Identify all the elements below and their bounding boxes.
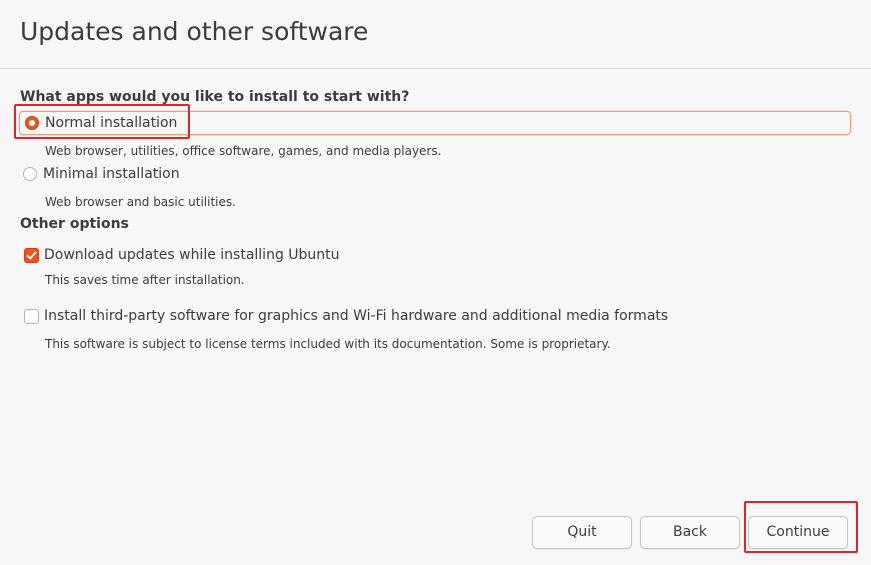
page-header: Updates and other software bbox=[0, 0, 871, 69]
installer-window: Updates and other software What apps wou… bbox=[0, 0, 871, 565]
apps-section-heading: What apps would you like to install to s… bbox=[20, 89, 410, 105]
minimal-installation-label[interactable]: Minimal installation bbox=[43, 166, 180, 182]
continue-button[interactable]: Continue bbox=[748, 516, 848, 549]
download-updates-label[interactable]: Download updates while installing Ubuntu bbox=[44, 247, 340, 263]
other-options-heading: Other options bbox=[20, 216, 129, 232]
third-party-software-checkbox[interactable] bbox=[24, 308, 39, 324]
minimal-installation-radio[interactable] bbox=[23, 167, 37, 181]
download-updates-description: This saves time after installation. bbox=[45, 273, 245, 287]
checkmark-icon bbox=[26, 251, 37, 259]
normal-installation-option[interactable]: Normal installation bbox=[19, 111, 851, 135]
normal-installation-label[interactable]: Normal installation bbox=[45, 115, 177, 131]
normal-installation-radio[interactable] bbox=[25, 116, 39, 130]
third-party-software-option[interactable]: Install third-party software for graphic… bbox=[18, 305, 668, 327]
minimal-installation-option[interactable]: Minimal installation bbox=[18, 163, 180, 185]
third-party-software-label[interactable]: Install third-party software for graphic… bbox=[44, 308, 668, 324]
third-party-software-description: This software is subject to license term… bbox=[45, 337, 611, 351]
normal-installation-description: Web browser, utilities, office software,… bbox=[45, 144, 442, 158]
quit-button[interactable]: Quit bbox=[532, 516, 632, 549]
page-title: Updates and other software bbox=[20, 17, 369, 46]
download-updates-option[interactable]: Download updates while installing Ubuntu bbox=[18, 244, 340, 266]
download-updates-checkbox[interactable] bbox=[24, 247, 39, 263]
minimal-installation-description: Web browser and basic utilities. bbox=[45, 195, 236, 209]
back-button[interactable]: Back bbox=[640, 516, 740, 549]
